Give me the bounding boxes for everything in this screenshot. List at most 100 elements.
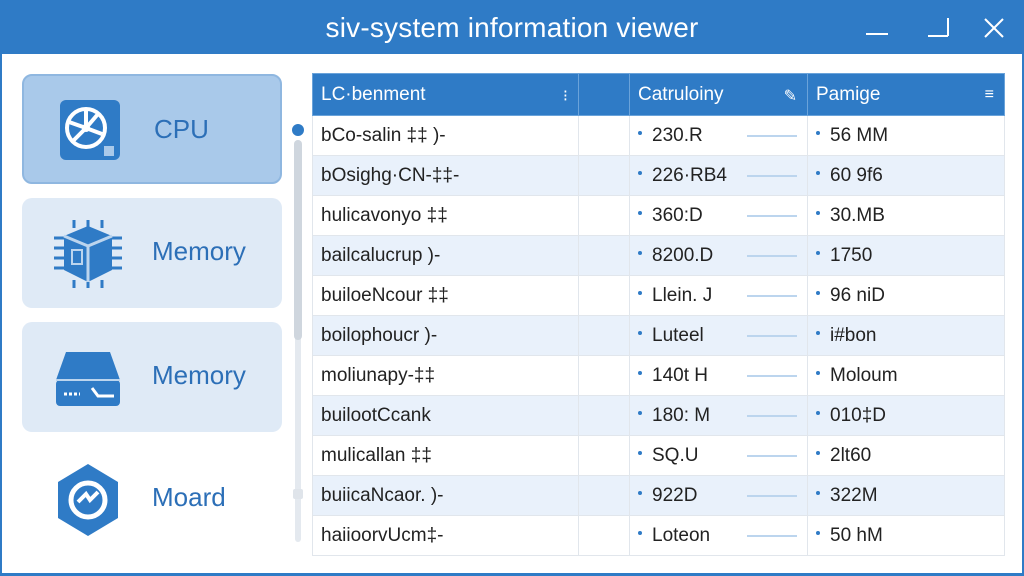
- cell-text: mulicallan ‡‡: [321, 444, 432, 466]
- bullet-icon: [816, 171, 820, 176]
- cell-capacity: Luteel: [629, 315, 808, 356]
- cell-text: SQ.U: [652, 444, 699, 466]
- cell-blank: [578, 155, 630, 196]
- usage-bar: [747, 415, 797, 417]
- table-header-row: LC·benment ⁝ Catruloiny ✎ Pamige ≡: [312, 73, 1005, 116]
- cell-text: 60 9f6: [830, 164, 883, 186]
- table-row[interactable]: hulicavonyo ‡‡ 360:D 30.MB: [312, 195, 1005, 236]
- bullet-icon: [638, 491, 642, 496]
- column-header-capacity[interactable]: Catruloiny ✎: [629, 73, 808, 116]
- sidebar-item-label: Moard: [152, 482, 226, 512]
- cell-range: 010‡D: [807, 395, 1005, 436]
- cell-text: 50 hM: [830, 524, 883, 546]
- cell-name: bOsighg·CN-‡‡-: [312, 155, 579, 196]
- cell-blank: [578, 235, 630, 276]
- sidebar-item-memory[interactable]: Memory: [22, 198, 282, 308]
- cell-text: 30.MB: [830, 204, 885, 226]
- cell-text: builootCcank: [321, 404, 431, 426]
- cell-blank: [578, 435, 630, 476]
- column-header-label: LC·benment: [321, 83, 426, 105]
- scroll-up-indicator[interactable]: [292, 124, 304, 136]
- bullet-icon: [816, 371, 820, 376]
- sidebar-item-label: Memory: [152, 360, 246, 390]
- cell-text: 922D: [652, 484, 698, 506]
- cell-blank: [578, 475, 630, 516]
- cell-blank: [578, 515, 630, 556]
- cell-blank: [578, 315, 630, 356]
- cell-range: 30.MB: [807, 195, 1005, 236]
- bullet-icon: [638, 531, 642, 536]
- cell-capacity: Llein. J: [629, 275, 808, 316]
- drive-icon: [50, 340, 126, 416]
- sidebar-item-moard[interactable]: Moard: [22, 452, 282, 562]
- cell-capacity: Loteon: [629, 515, 808, 556]
- table-row[interactable]: builootCcank 180: M 010‡D: [312, 395, 1005, 436]
- cell-text: buiicaNcaor. )-: [321, 484, 444, 506]
- table-row[interactable]: moliunapy-‡‡ 140t H Moloum: [312, 355, 1005, 396]
- bullet-icon: [816, 411, 820, 416]
- cell-text: 2lt60: [830, 444, 872, 466]
- table-row[interactable]: bailcalucrup )- 8200.D 1750: [312, 235, 1005, 276]
- bullet-icon: [638, 251, 642, 256]
- cell-capacity: 922D: [629, 475, 808, 516]
- bullet-icon: [816, 291, 820, 296]
- cell-blank: [578, 195, 630, 236]
- motherboard-icon: [50, 462, 126, 538]
- cell-name: builootCcank: [312, 395, 579, 436]
- sidebar-item-label: Memory: [152, 236, 246, 266]
- table-row[interactable]: mulicallan ‡‡ SQ.U 2lt60: [312, 435, 1005, 476]
- cell-blank: [578, 395, 630, 436]
- table-row[interactable]: builoeNcour ‡‡ Llein. J 96 niD: [312, 275, 1005, 316]
- close-icon: [984, 18, 1004, 38]
- cell-range: 1750: [807, 235, 1005, 276]
- cell-range: 2lt60: [807, 435, 1005, 476]
- cell-range: Moloum: [807, 355, 1005, 396]
- cell-text: bOsighg·CN-‡‡-: [321, 164, 460, 186]
- table-row[interactable]: buiicaNcaor. )- 922D 322M: [312, 475, 1005, 516]
- cell-range: 96 niD: [807, 275, 1005, 316]
- close-button[interactable]: [976, 10, 1012, 46]
- restore-icon: [928, 18, 949, 37]
- table-row[interactable]: boilophoucr )- Luteel i#bon: [312, 315, 1005, 356]
- cell-text: i#bon: [830, 324, 877, 346]
- usage-bar: [747, 535, 797, 537]
- menu-icon[interactable]: ≡: [985, 86, 994, 104]
- bullet-icon: [638, 371, 642, 376]
- table-row[interactable]: bCo-salin ‡‡ )- 230.R 56 M‌M: [312, 115, 1005, 156]
- column-drag-icon[interactable]: ⁝: [563, 86, 568, 106]
- column-header-range[interactable]: Pamige ≡: [807, 73, 1005, 116]
- edit-icon[interactable]: ✎: [784, 86, 797, 106]
- sidebar-item-cpu[interactable]: CPU: [22, 74, 282, 184]
- cell-text: 322M: [830, 484, 878, 506]
- minimize-button[interactable]: [858, 10, 894, 46]
- maximize-button[interactable]: [922, 10, 958, 46]
- main-window: CPU Memory Memory Moard LC·benment ⁝ Cat…: [2, 54, 1022, 573]
- usage-bar: [747, 335, 797, 337]
- column-header-component[interactable]: LC·benment ⁝: [312, 73, 579, 116]
- bullet-icon: [638, 211, 642, 216]
- vertical-scrollbar[interactable]: [292, 124, 304, 554]
- cell-text: 96 niD: [830, 284, 885, 306]
- table-row[interactable]: bOsighg·CN-‡‡- 226·RB4 60 9f6: [312, 155, 1005, 196]
- minimize-icon: [866, 33, 888, 35]
- column-header-blank[interactable]: [578, 73, 630, 116]
- usage-bar: [747, 175, 797, 177]
- usage-bar: [747, 215, 797, 217]
- cell-blank: [578, 275, 630, 316]
- cell-text: 1750: [830, 244, 873, 266]
- sidebar-item-memory-2[interactable]: Memory: [22, 322, 282, 432]
- cell-text: moliunapy-‡‡: [321, 364, 436, 386]
- scrollbar-thumb[interactable]: [294, 140, 302, 340]
- scroll-down-indicator[interactable]: [293, 489, 303, 499]
- cell-capacity: SQ.U: [629, 435, 808, 476]
- bullet-icon: [816, 131, 820, 136]
- cell-text: 180: M: [652, 404, 711, 426]
- cell-name: bailcalucrup )-: [312, 235, 579, 276]
- table-row[interactable]: haiioorvUcm‡- Loteon 50 hM: [312, 515, 1005, 556]
- cell-capacity: 180: M: [629, 395, 808, 436]
- bullet-icon: [638, 331, 642, 336]
- cell-blank: [578, 115, 630, 156]
- bullet-icon: [638, 131, 642, 136]
- sidebar: CPU Memory Memory Moard: [2, 54, 292, 573]
- cell-range: 50 hM: [807, 515, 1005, 556]
